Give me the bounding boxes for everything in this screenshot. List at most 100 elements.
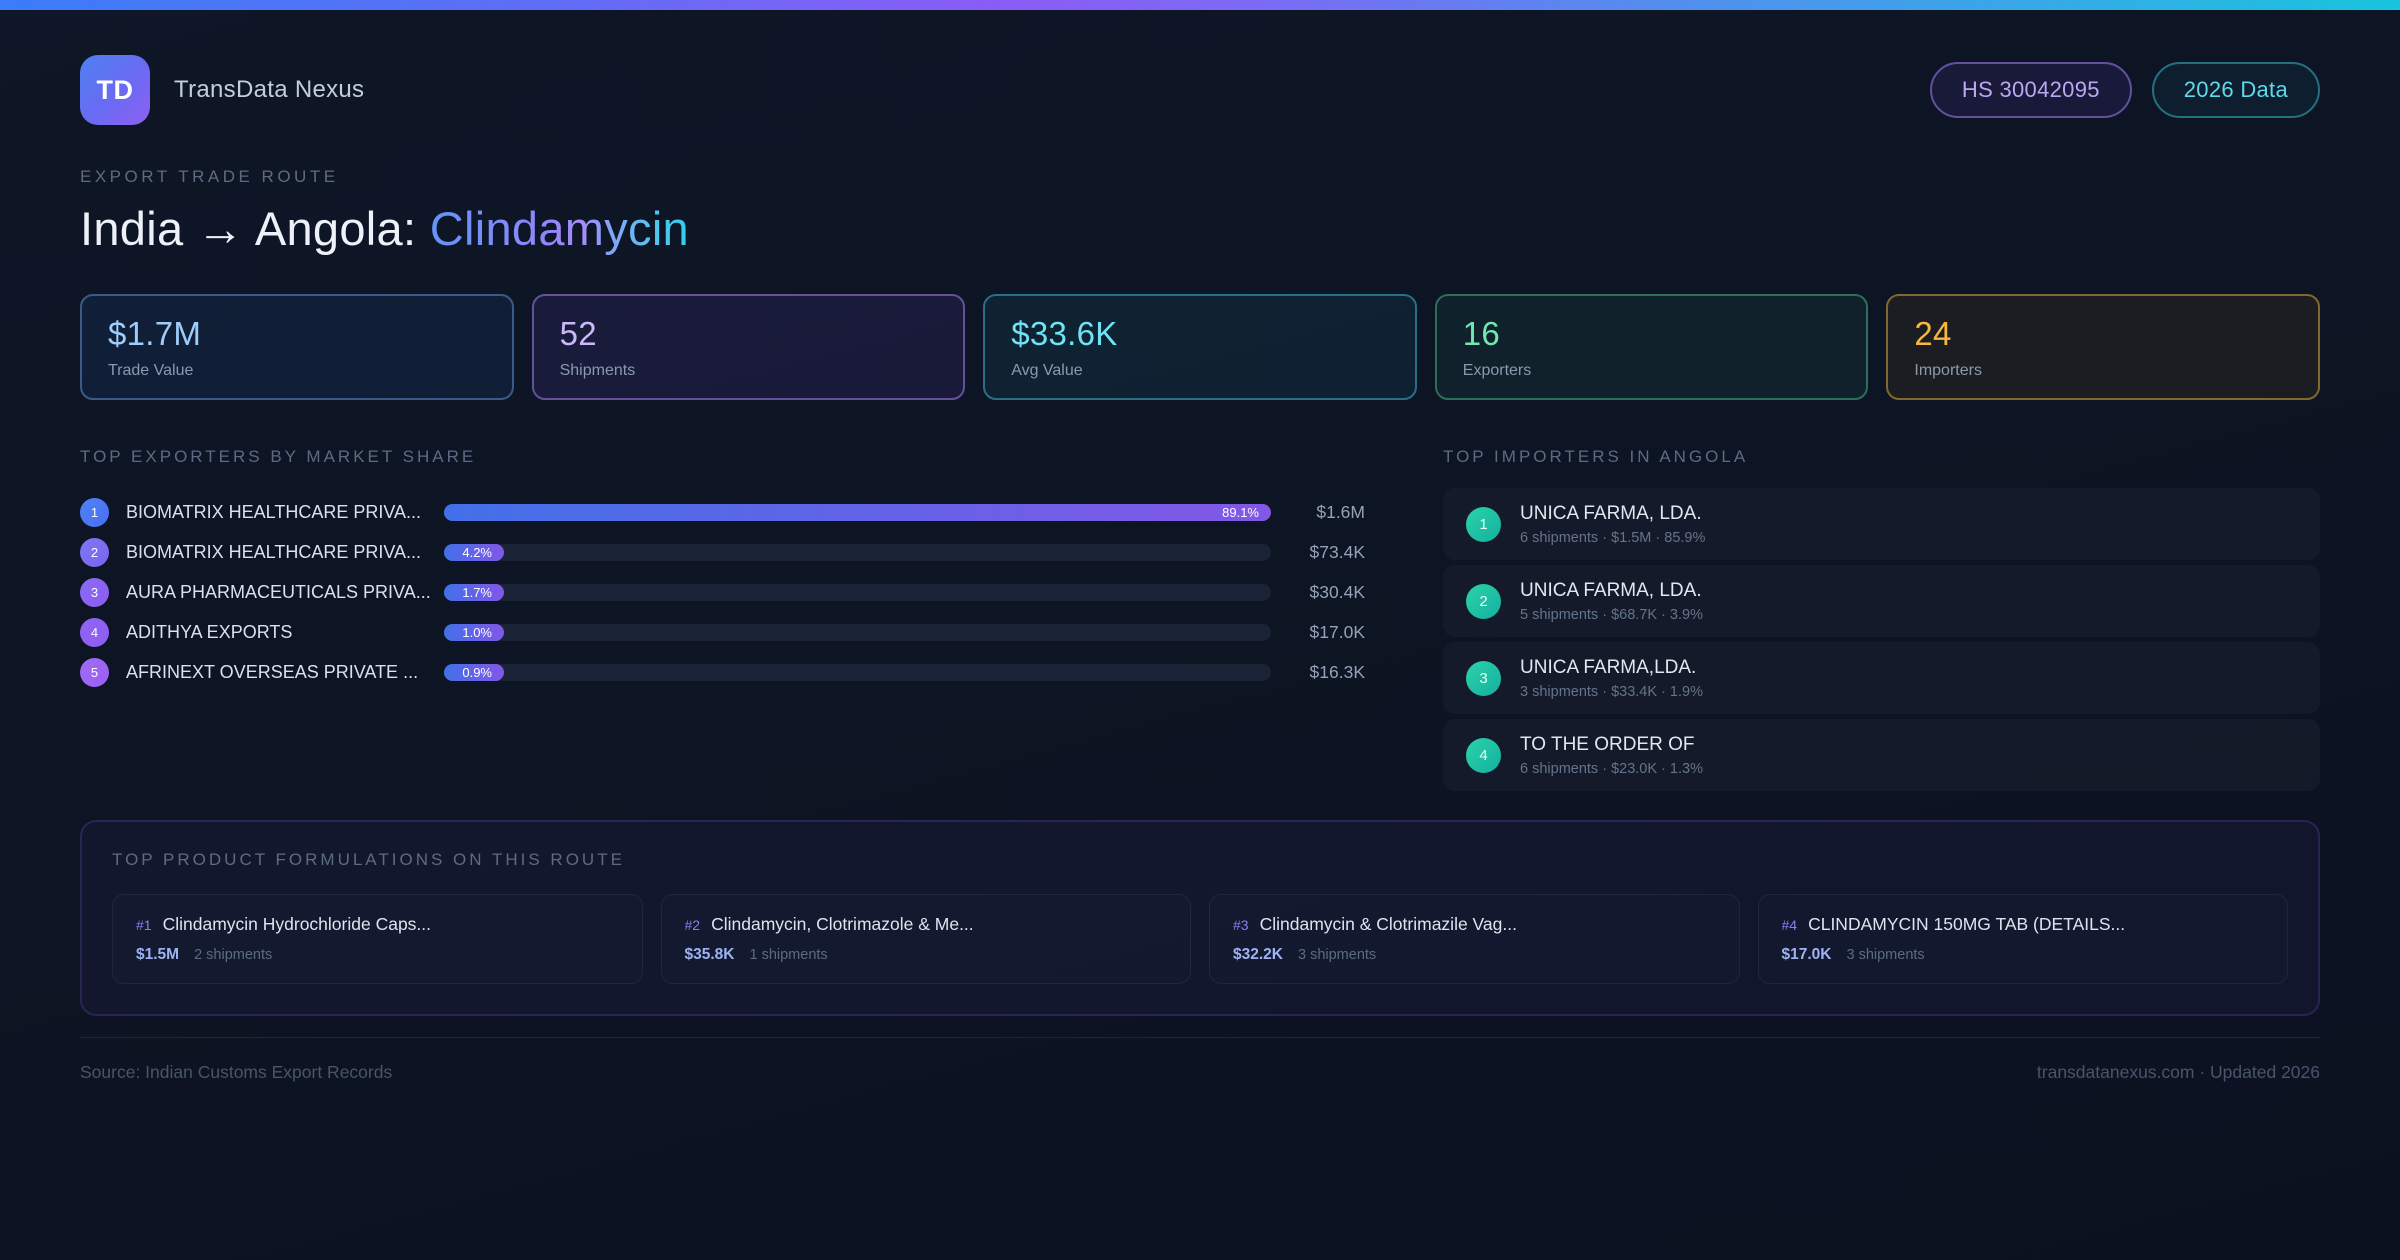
market-share-bar: 0.9% [444,663,504,681]
formulation-name: CLINDAMYCIN 150MG TAB (DETAILS... [1808,914,2126,934]
rank-badge: 3 [80,577,109,607]
formulation-name: Clindamycin & Clotrimazile Vag... [1259,914,1517,934]
exporter-value: $1.6M [1316,501,1365,522]
footer: Source: Indian Customs Export Records tr… [80,1037,2320,1083]
formulation-name: Clindamycin, Clotrimazole & Me... [711,914,974,934]
rank-badge: 4 [1466,737,1501,773]
brand: TD TransData Nexus [80,55,364,125]
importer-name: UNICA FARMA, LDA. [1520,502,1702,524]
formulation-title-row: #2 Clindamycin, Clotrimazole & Me... [685,914,1168,935]
importers-section: TOP IMPORTERS IN ANGOLA 1 UNICA FARMA, L… [1443,447,2320,796]
market-share-bar: 1.7% [444,583,504,601]
rank-badge: 2 [1466,583,1501,619]
formulation-name: Clindamycin Hydrochloride Caps... [162,914,432,934]
importer-info: UNICA FARMA, LDA. 6 shipments · $1.5M · … [1520,503,1705,546]
formulation-rank: #2 [684,917,701,933]
exporters-section: TOP EXPORTERS BY MARKET SHARE 1 BIOMATRI… [80,447,1365,796]
exporter-value: $73.4K [1309,541,1365,562]
importers-list: 1 UNICA FARMA, LDA. 6 shipments · $1.5M … [1443,488,2320,791]
formulation-shipments: 3 shipments [1846,947,1925,963]
exporters-heading: TOP EXPORTERS BY MARKET SHARE [80,447,477,466]
footer-site: transdatanexus.com · Updated 2026 [2036,1062,2320,1082]
formulation-card[interactable]: #1 Clindamycin Hydrochloride Caps... $1.… [112,894,643,984]
exporter-row[interactable]: 3 AURA PHARMACEUTICALS PRIVA... 1.7% $30… [80,572,1365,612]
market-share-bar-track: 0.9% [444,663,1271,681]
formulation-title-row: #1 Clindamycin Hydrochloride Caps... [136,914,619,935]
stat-card-avg-value[interactable]: $33.6K Avg Value [983,294,1417,400]
stat-card-trade-value[interactable]: $1.7M Trade Value [80,294,514,400]
formulation-meta-row: $32.2K 3 shipments [1233,946,1716,964]
formulation-title-row: #3 Clindamycin & Clotrimazile Vag... [1233,914,1716,935]
formulation-shipments: 1 shipments [749,947,828,963]
market-share-label: 1.7% [462,584,492,600]
exporter-value: $30.4K [1309,581,1365,602]
exporter-row[interactable]: 1 BIOMATRIX HEALTHCARE PRIVA... 89.1% $1… [80,492,1365,532]
exporter-row[interactable]: 2 BIOMATRIX HEALTHCARE PRIVA... 4.2% $73… [80,532,1365,572]
stat-value: $33.6K [1011,314,1118,352]
formulation-rank: #3 [1233,917,1249,933]
data-year-badge[interactable]: 2026 Data [2151,62,2320,118]
page-title-product: Clindamycin [429,202,689,255]
market-share-label: 0.9% [462,664,492,680]
exporter-name: BIOMATRIX HEALTHCARE PRIVA... [126,501,422,522]
market-share-label: 89.1% [1222,504,1259,520]
formulation-value: $32.2K [1233,946,1283,963]
page-eyebrow: EXPORT TRADE ROUTE [80,167,339,186]
formulation-value: $1.5M [136,946,180,963]
formulation-card[interactable]: #4 CLINDAMYCIN 150MG TAB (DETAILS... $17… [1757,894,2288,984]
stat-label: Exporters [1462,361,1532,379]
exporters-chart: 1 BIOMATRIX HEALTHCARE PRIVA... 89.1% $1… [80,492,1365,692]
rank-badge: 1 [80,497,109,527]
formulation-card[interactable]: #2 Clindamycin, Clotrimazole & Me... $35… [660,894,1191,984]
exporter-row[interactable]: 5 AFRINEXT OVERSEAS PRIVATE ... 0.9% $16… [80,652,1365,692]
formulation-shipments: 2 shipments [194,947,273,963]
stats-row: $1.7M Trade Value 52 Shipments $33.6K Av… [80,294,2320,400]
stat-value: 16 [1462,314,1501,352]
importer-info: UNICA FARMA, LDA. 5 shipments · $68.7K ·… [1520,580,1703,623]
stat-value: 24 [1914,314,1952,352]
importer-card[interactable]: 3 UNICA FARMA,LDA. 3 shipments · $33.4K … [1443,642,2320,714]
exporter-row[interactable]: 4 ADITHYA EXPORTS 1.0% $17.0K [80,612,1365,652]
market-share-label: 1.0% [462,624,492,640]
rank-badge: 1 [1466,506,1501,542]
main-columns: TOP EXPORTERS BY MARKET SHARE 1 BIOMATRI… [80,447,2320,796]
rank-badge: 3 [1466,660,1501,696]
stat-card-exporters[interactable]: 16 Exporters [1434,294,1869,400]
stat-card-shipments[interactable]: 52 Shipments [531,294,966,400]
importer-name: UNICA FARMA,LDA. [1520,656,1697,678]
formulation-meta-row: $1.5M 2 shipments [136,946,619,964]
exporter-value: $17.0K [1309,621,1365,642]
exporter-name: AURA PHARMACEUTICALS PRIVA... [126,581,431,602]
rank-badge: 5 [80,657,109,687]
header-badges: HS 30042095 2026 Data [1929,62,2320,118]
page-container: TD TransData Nexus HS 30042095 2026 Data… [0,55,2400,1083]
header: TD TransData Nexus HS 30042095 2026 Data [80,55,2320,125]
importer-card[interactable]: 2 UNICA FARMA, LDA. 5 shipments · $68.7K… [1443,565,2320,637]
stat-value: $1.7M [108,314,202,352]
formulations-panel: TOP PRODUCT FORMULATIONS ON THIS ROUTE #… [80,820,2320,1016]
app-name: TransData Nexus [174,76,365,103]
importer-card[interactable]: 1 UNICA FARMA, LDA. 6 shipments · $1.5M … [1443,488,2320,560]
formulation-meta-row: $35.8K 1 shipments [685,946,1168,964]
app-logo-monogram: TD [96,74,134,105]
formulation-card[interactable]: #3 Clindamycin & Clotrimazile Vag... $32… [1209,894,1740,984]
formulation-value: $17.0K [1781,946,1832,963]
importer-card[interactable]: 4 TO THE ORDER OF 6 shipments · $23.0K ·… [1443,719,2320,791]
formulation-rank: #4 [1781,917,1798,933]
formulation-shipments: 3 shipments [1297,947,1377,963]
page-title: India → Angola: Clindamycin [80,201,2320,256]
importer-info: TO THE ORDER OF 6 shipments · $23.0K · 1… [1520,734,1703,777]
hs-code-badge[interactable]: HS 30042095 [1929,62,2132,118]
formulations-cards: #1 Clindamycin Hydrochloride Caps... $1.… [112,894,2288,984]
importer-info: UNICA FARMA,LDA. 3 shipments · $33.4K · … [1520,657,1703,700]
market-share-bar-track: 89.1% [444,503,1271,521]
footer-source: Source: Indian Customs Export Records [80,1062,393,1082]
importer-meta: 6 shipments · $23.0K · 1.3% [1520,760,1703,777]
formulation-value: $35.8K [684,946,735,963]
page-title-route: India → Angola: [80,202,430,255]
formulations-heading: TOP PRODUCT FORMULATIONS ON THIS ROUTE [112,850,625,869]
importers-heading: TOP IMPORTERS IN ANGOLA [1443,447,1749,466]
stat-card-importers[interactable]: 24 Importers [1886,294,2320,400]
accent-top-bar [0,0,2400,10]
stat-value: 52 [559,314,597,352]
